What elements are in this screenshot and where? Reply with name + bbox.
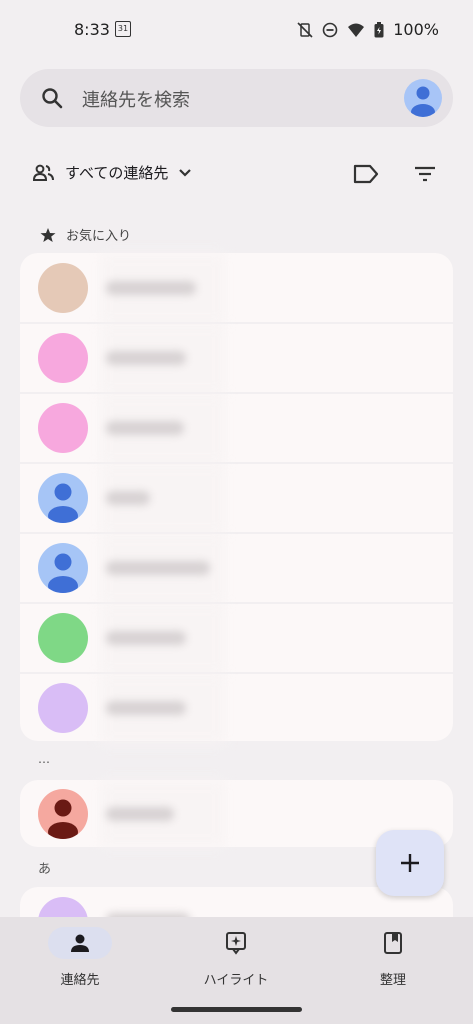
list-item[interactable] xyxy=(20,323,453,395)
favorites-label: お気に入り xyxy=(66,229,132,244)
calendar-icon: 31 xyxy=(115,21,131,37)
contact-name-redacted xyxy=(106,807,174,821)
avatar xyxy=(38,333,88,383)
battery-icon xyxy=(374,21,384,37)
list-item[interactable] xyxy=(20,673,453,745)
list-item[interactable] xyxy=(20,533,453,605)
list-item[interactable] xyxy=(20,463,453,535)
contact-name-redacted xyxy=(106,281,196,295)
add-contact-button[interactable] xyxy=(376,830,444,896)
contact-name-redacted xyxy=(106,561,210,575)
misc-header: … xyxy=(38,752,50,766)
avatar xyxy=(38,683,88,733)
nav-contacts[interactable]: 連絡先 xyxy=(10,927,150,988)
chevron-down-icon xyxy=(179,168,192,177)
dnd-icon xyxy=(322,22,338,37)
nav-label: 整理 xyxy=(379,973,406,988)
section-header-a: あ xyxy=(38,862,52,877)
nav-pill xyxy=(361,927,425,959)
contact-filter[interactable]: すべての連絡先 xyxy=(33,162,192,183)
avatar xyxy=(38,473,88,523)
person-icon xyxy=(48,553,78,593)
person-icon xyxy=(48,483,78,523)
status-time: 8:33 xyxy=(74,20,110,39)
person-icon xyxy=(48,799,78,839)
filter-list-icon[interactable] xyxy=(413,165,437,183)
list-item[interactable] xyxy=(20,393,453,465)
nav-organize[interactable]: 整理 xyxy=(323,927,463,988)
search-icon xyxy=(42,88,63,109)
nav-pill xyxy=(204,927,268,959)
person-icon xyxy=(411,86,435,117)
contact-name-redacted xyxy=(106,491,150,505)
avatar xyxy=(38,263,88,313)
search-bar[interactable]: 連絡先を検索 xyxy=(20,69,453,127)
favorites-list xyxy=(20,253,453,745)
nav-label: 連絡先 xyxy=(60,973,100,988)
vibrate-off-icon xyxy=(297,21,313,38)
avatar xyxy=(38,543,88,593)
contact-name-redacted xyxy=(106,421,184,435)
contact-name-redacted xyxy=(106,351,186,365)
bookmark-icon xyxy=(384,932,402,954)
avatar xyxy=(38,613,88,663)
avatar xyxy=(38,789,88,839)
nav-highlights[interactable]: ハイライト xyxy=(166,927,306,988)
status-icons: 100% xyxy=(297,20,439,39)
filter-label: すべての連絡先 xyxy=(65,164,169,182)
star-icon xyxy=(40,227,56,242)
home-indicator xyxy=(171,1007,302,1012)
list-item[interactable] xyxy=(20,253,453,325)
contact-name-redacted xyxy=(106,701,186,715)
wifi-icon xyxy=(348,23,365,37)
contact-name-redacted xyxy=(106,631,186,645)
label-icon[interactable] xyxy=(352,163,380,185)
search-input[interactable]: 連絡先を検索 xyxy=(82,86,190,112)
nav-label: ハイライト xyxy=(203,973,269,988)
battery-percent: 100% xyxy=(393,20,439,39)
account-avatar[interactable] xyxy=(404,79,442,117)
highlight-icon xyxy=(226,932,246,955)
people-icon xyxy=(33,164,54,181)
avatar xyxy=(38,403,88,453)
favorites-header: お気に入り xyxy=(40,225,131,244)
person-icon xyxy=(71,934,89,952)
nav-pill-active xyxy=(48,927,112,959)
list-item[interactable] xyxy=(20,603,453,675)
plus-icon xyxy=(401,854,419,872)
